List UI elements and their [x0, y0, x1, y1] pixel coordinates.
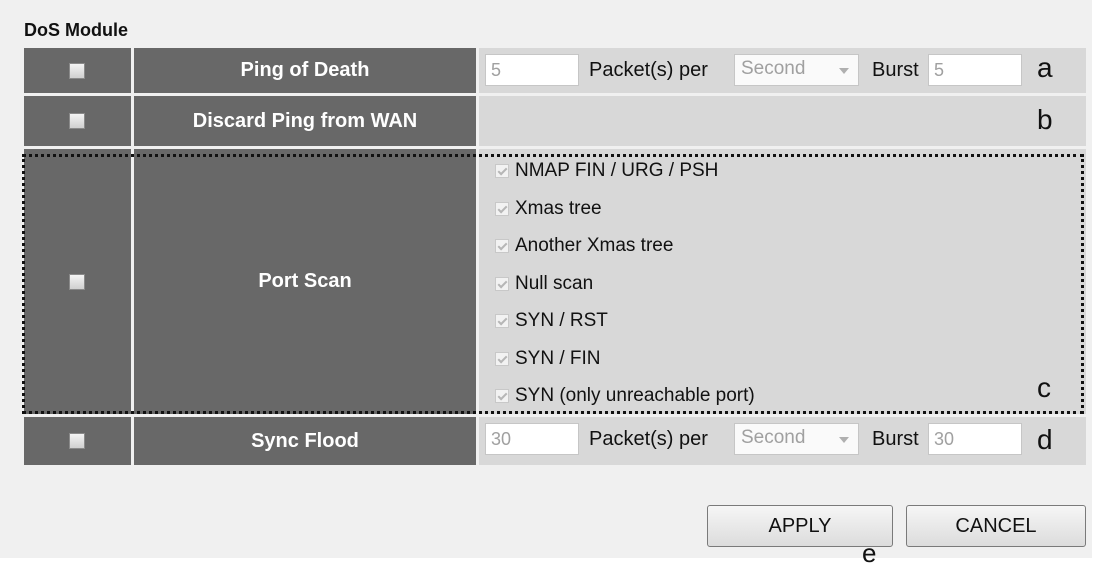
sync-packets-input[interactable] — [485, 423, 579, 455]
checkbox-cell — [24, 417, 131, 465]
scan-option[interactable]: SYN / FIN — [495, 348, 601, 370]
scan-option[interactable]: Another Xmas tree — [495, 235, 673, 257]
scan-option[interactable]: Null scan — [495, 273, 593, 295]
section-title: DoS Module — [24, 20, 128, 40]
scan-option[interactable]: NMAP FIN / URG / PSH — [495, 160, 718, 182]
scan-option-label: SYN (only unreachable port) — [515, 385, 755, 406]
sync-unit-value: Second — [741, 427, 806, 448]
checkmark-icon — [495, 277, 509, 291]
checkmark-icon — [495, 202, 509, 216]
checkbox-cell — [24, 48, 131, 93]
marker-e: e — [862, 538, 877, 568]
burst-label: Burst — [872, 428, 919, 450]
checkmark-icon — [495, 164, 509, 178]
burst-label: Burst — [872, 59, 919, 81]
scan-option-label: NMAP FIN / URG / PSH — [515, 160, 719, 181]
discard-ping-checkbox[interactable] — [69, 113, 85, 129]
chevron-down-icon — [839, 68, 849, 74]
marker-b: b — [1037, 104, 1053, 135]
scan-option-label: Xmas tree — [515, 198, 602, 219]
scan-option-label: Another Xmas tree — [515, 235, 674, 256]
row-label: Discard Ping from WAN — [134, 96, 476, 146]
ping-unit-select[interactable]: Second — [734, 54, 859, 86]
packets-per-label: Packet(s) per — [589, 428, 708, 450]
row-discard-ping: Discard Ping from WAN — [24, 96, 1086, 146]
marker-c: c — [1037, 372, 1051, 403]
packets-per-label: Packet(s) per — [589, 59, 708, 81]
checkbox-cell — [24, 149, 131, 414]
row-sync-flood: Sync Flood Packet(s) per Second Burst — [24, 417, 1086, 465]
marker-d: d — [1037, 424, 1053, 455]
scan-option-label: SYN / FIN — [515, 348, 601, 369]
dos-module-panel: DoS Module Ping of Death Packet(s) per S… — [0, 0, 1092, 558]
checkmark-icon — [495, 239, 509, 253]
ping-unit-value: Second — [741, 58, 806, 79]
scan-option[interactable]: SYN / RST — [495, 310, 608, 332]
sync-burst-input[interactable] — [928, 423, 1022, 455]
ping-of-death-checkbox[interactable] — [69, 62, 85, 79]
chevron-down-icon — [839, 437, 849, 443]
value-cell: Packet(s) per Second Burst — [479, 48, 1086, 93]
scan-option-label: SYN / RST — [515, 310, 608, 331]
checkmark-icon — [495, 352, 509, 366]
port-scan-checkbox[interactable] — [69, 273, 85, 290]
value-cell: Packet(s) per Second Burst — [479, 417, 1086, 465]
checkmark-icon — [495, 389, 509, 403]
row-label: Port Scan — [134, 149, 476, 414]
row-label: Sync Flood — [134, 417, 476, 465]
ping-burst-input[interactable] — [928, 54, 1022, 86]
value-cell: NMAP FIN / URG / PSH Xmas tree Another X… — [479, 149, 1086, 414]
scan-option[interactable]: SYN (only unreachable port) — [495, 385, 755, 407]
value-cell — [479, 96, 1086, 146]
row-port-scan: Port Scan NMAP FIN / URG / PSH Xmas tree… — [24, 149, 1086, 414]
marker-a: a — [1037, 52, 1053, 83]
ping-packets-input[interactable] — [485, 54, 579, 86]
sync-flood-checkbox[interactable] — [69, 433, 85, 449]
checkbox-cell — [24, 96, 131, 146]
checkmark-icon — [495, 314, 509, 328]
sync-unit-select[interactable]: Second — [734, 423, 859, 455]
cancel-button[interactable]: CANCEL — [906, 505, 1086, 547]
scan-option-label: Null scan — [515, 273, 594, 294]
row-ping-of-death: Ping of Death Packet(s) per Second Burst — [24, 48, 1086, 93]
row-label: Ping of Death — [134, 48, 476, 93]
scan-option[interactable]: Xmas tree — [495, 198, 602, 220]
